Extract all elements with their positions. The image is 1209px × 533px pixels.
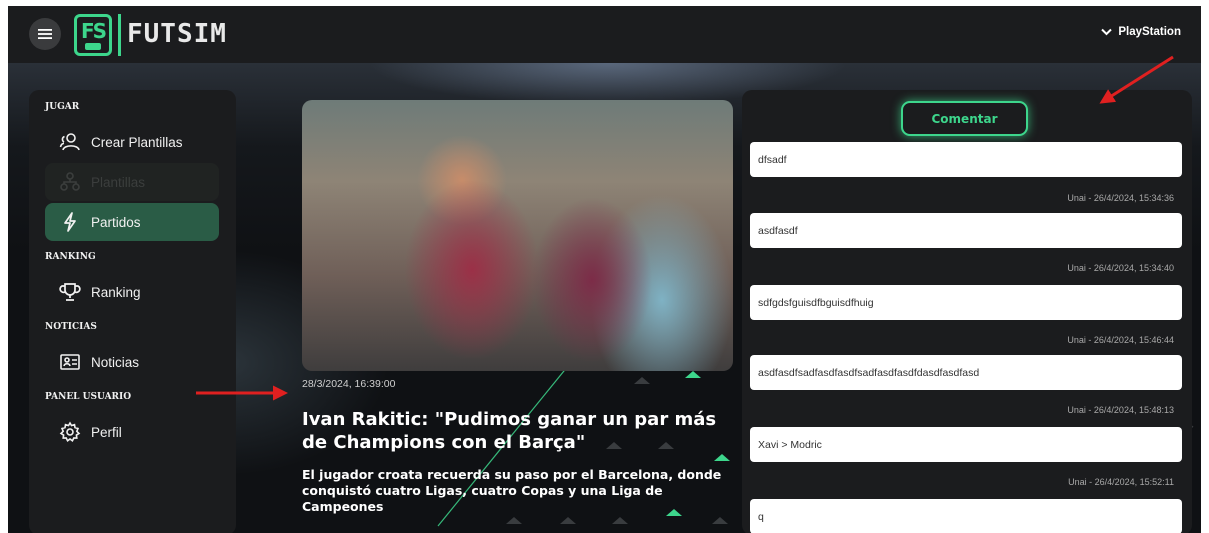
hamburger-menu-button[interactable] bbox=[29, 18, 61, 50]
logo[interactable]: FS bbox=[74, 14, 112, 56]
comment-box: Xavi > Modric bbox=[750, 427, 1182, 462]
logo-badge bbox=[85, 42, 101, 50]
menu-icon bbox=[38, 29, 52, 39]
section-label-jugar: JUGAR bbox=[45, 102, 80, 112]
comment-meta: Unai - 26/4/2024, 15:48:13 bbox=[1067, 405, 1174, 415]
comment-button[interactable]: Comentar bbox=[901, 101, 1028, 136]
sidebar-item-label: Partidos bbox=[91, 214, 141, 230]
sidebar-item-label: Crear Plantillas bbox=[91, 134, 183, 150]
hierarchy-icon bbox=[60, 172, 80, 191]
gear-icon bbox=[59, 421, 81, 443]
top-bar: FS FUTSIM PlayStation bbox=[8, 6, 1201, 63]
logo-divider bbox=[118, 14, 121, 56]
sidebar-item-label: Ranking bbox=[91, 284, 141, 300]
news-subtitle: El jugador croata recuerda su paso por e… bbox=[302, 467, 722, 514]
users-icon bbox=[59, 133, 80, 151]
news-photo[interactable] bbox=[302, 100, 733, 371]
app-window: FS FUTSIM PlayStation JUGAR Crear Planti… bbox=[8, 6, 1201, 533]
lightning-icon bbox=[64, 212, 76, 232]
platform-dropdown[interactable]: PlayStation bbox=[1101, 26, 1181, 38]
sidebar-item-partidos[interactable]: Partidos bbox=[45, 203, 219, 241]
sidebar-item-label: Perfil bbox=[91, 424, 122, 440]
trophy-icon bbox=[59, 283, 81, 301]
comment-box: q bbox=[750, 499, 1182, 533]
comment-box: sdfgdsfguisdfbguisdfhuig bbox=[750, 285, 1182, 320]
sidebar-item-label: Plantillas bbox=[91, 174, 146, 190]
sidebar-item-noticias[interactable]: Noticias bbox=[45, 343, 219, 381]
comment-meta: Unai - 26/4/2024, 15:34:36 bbox=[1067, 193, 1174, 203]
section-label-panel-usuario: PANEL USUARIO bbox=[45, 392, 132, 402]
section-label-noticias: NOTICIAS bbox=[45, 322, 97, 332]
chevron-down-icon bbox=[1101, 28, 1113, 36]
comment-box: asdfasdfsadfasdfasdfsadfasdfasdfdasdfasd… bbox=[750, 355, 1182, 390]
comment-meta: Unai - 26/4/2024, 15:46:44 bbox=[1067, 335, 1174, 345]
sidebar-item-plantillas[interactable]: Plantillas bbox=[45, 163, 219, 201]
brand-name: FUTSIM bbox=[127, 19, 227, 49]
id-card-icon bbox=[60, 354, 80, 370]
news-date: 28/3/2024, 16:39:00 bbox=[302, 378, 396, 390]
comment-box: asdfasdf bbox=[750, 213, 1182, 248]
sidebar-item-crear-plantillas[interactable]: Crear Plantillas bbox=[45, 123, 219, 161]
platform-label: PlayStation bbox=[1118, 26, 1181, 38]
comment-meta: Unai - 26/4/2024, 15:52:11 bbox=[1068, 477, 1174, 487]
comment-meta: Unai - 26/4/2024, 15:34:40 bbox=[1067, 263, 1174, 273]
sidebar-item-ranking[interactable]: Ranking bbox=[45, 273, 219, 311]
sidebar-item-label: Noticias bbox=[91, 354, 140, 370]
news-title[interactable]: Ivan Rakitic: "Pudimos ganar un par más … bbox=[302, 408, 742, 454]
logo-text: FS bbox=[80, 18, 107, 43]
section-label-ranking: RANKING bbox=[45, 252, 96, 262]
sidebar-item-perfil[interactable]: Perfil bbox=[45, 413, 219, 451]
comment-box: dfsadf bbox=[750, 142, 1182, 177]
